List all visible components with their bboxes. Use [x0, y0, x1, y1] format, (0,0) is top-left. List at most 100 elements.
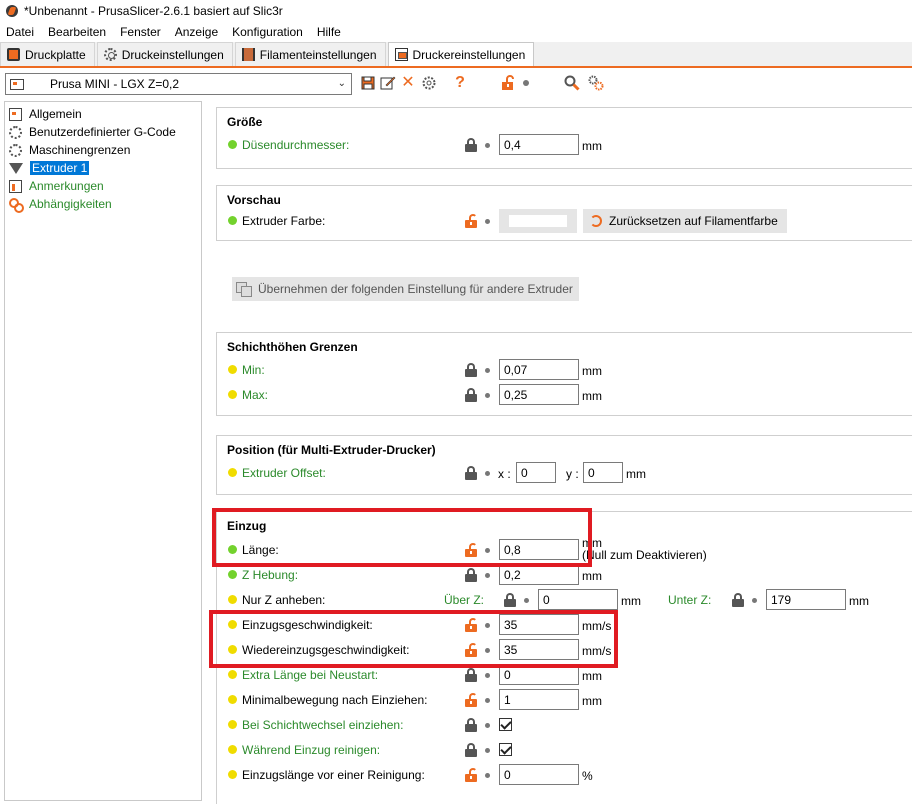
sidebar-item-allgemein[interactable]: Allgemein: [5, 105, 201, 123]
nozzle-diameter-input[interactable]: 0,4: [499, 134, 579, 155]
lock-icon[interactable]: [465, 743, 477, 757]
lock-icon[interactable]: [465, 363, 477, 377]
lock-icon[interactable]: [504, 593, 516, 607]
lock-icon[interactable]: [465, 668, 477, 682]
group-title: Schichthöhen Grenzen: [227, 340, 358, 354]
group-layer-height-limits: Schichthöhen Grenzen Min: 0,07 mm Max: 0…: [216, 332, 912, 416]
lock-icon[interactable]: [465, 388, 477, 402]
menu-bearbeiten[interactable]: Bearbeiten: [41, 25, 113, 39]
unlock-icon[interactable]: [465, 214, 477, 228]
lock-icon[interactable]: [465, 718, 477, 732]
printer-icon: [394, 48, 408, 61]
bullet-icon[interactable]: [485, 573, 490, 578]
extruder-color-picker[interactable]: [499, 209, 577, 233]
offset-x-input[interactable]: 0: [516, 462, 556, 483]
search-icon[interactable]: [563, 74, 581, 92]
bullet-icon[interactable]: [752, 598, 757, 603]
extra-restart-length-unit: mm: [582, 669, 602, 683]
wipe-while-retracting-label: Während Einzug reinigen:: [242, 743, 381, 757]
apply-to-other-extruders-label: Übernehmen der folgenden Einstellung für…: [258, 282, 573, 296]
settings-panel: Größe Düsendurchmesser: 0,4 mm Vorschau …: [203, 99, 912, 804]
retract-on-layer-change-checkbox[interactable]: [499, 718, 512, 731]
delete-preset-icon[interactable]: ✕: [399, 74, 417, 92]
lock-icon[interactable]: [465, 466, 477, 480]
tab-druckplatte[interactable]: Druckplatte: [0, 42, 95, 66]
bullet-icon[interactable]: [485, 748, 490, 753]
window-title: *Unbenannt - PrusaSlicer-2.6.1 basiert a…: [24, 4, 283, 18]
tab-druckereinstellungen[interactable]: Druckereinstellungen: [387, 42, 535, 66]
highlight-box-einzug-length: [212, 508, 592, 567]
help-question-icon[interactable]: ?: [451, 74, 469, 92]
z-hop-input[interactable]: 0,2: [499, 564, 579, 585]
bullet-icon[interactable]: [485, 219, 490, 224]
unlock-icon[interactable]: [465, 768, 477, 782]
wipe-while-retracting-checkbox[interactable]: [499, 743, 512, 756]
sidebar-item-extruder-1[interactable]: Extruder 1: [5, 159, 201, 177]
below-z-label: Unter Z:: [668, 593, 712, 607]
bullet-icon[interactable]: [485, 368, 490, 373]
min-travel-after-retract-input[interactable]: 1: [499, 689, 579, 710]
sidebar-item-custom-gcode[interactable]: Benutzerdefinierter G-Code: [5, 123, 201, 141]
menu-datei[interactable]: Datei: [0, 25, 41, 39]
reset-to-filament-color-button[interactable]: Zurücksetzen auf Filamentfarbe: [583, 209, 787, 233]
group-title: Größe: [227, 115, 263, 129]
below-z-input[interactable]: 179: [766, 589, 846, 610]
rename-preset-icon[interactable]: [379, 74, 397, 92]
unlock-icon[interactable]: [465, 693, 477, 707]
row-extruder-offset: Extruder Offset: x : 0 y : 0 mm: [217, 462, 912, 484]
bullet-icon[interactable]: [485, 143, 490, 148]
row-retract-on-layer-change: Bei Schichtwechsel einziehen:: [217, 714, 912, 736]
lock-icon[interactable]: [465, 568, 477, 582]
advanced-mode-dot-icon: [228, 595, 237, 604]
group-vorschau: Vorschau Extruder Farbe: Zurücksetzen au…: [216, 185, 912, 241]
bullet-icon[interactable]: [485, 673, 490, 678]
menu-fenster[interactable]: Fenster: [113, 25, 168, 39]
above-z-input[interactable]: 0: [538, 589, 618, 610]
menu-anzeige[interactable]: Anzeige: [168, 25, 225, 39]
advanced-mode-dot-icon: [228, 390, 237, 399]
cog-icon: [103, 48, 117, 61]
chevron-down-icon: ⌄: [337, 78, 346, 89]
advanced-mode-dot-icon: [228, 670, 237, 679]
mode-settings-icon[interactable]: [587, 74, 605, 92]
sidebar-item-maschinengrenzen[interactable]: Maschinengrenzen: [5, 141, 201, 159]
sidebar-item-abhaengigkeiten[interactable]: Abhängigkeiten: [5, 195, 201, 213]
printer-preset-select[interactable]: Prusa MINI - LGX Z=0,2 ⌄: [5, 73, 352, 95]
bullet-icon[interactable]: [485, 698, 490, 703]
printer-preset-icon: [10, 78, 24, 90]
bullet-icon[interactable]: [485, 773, 490, 778]
printer-preset-name: Prusa MINI - LGX Z=0,2: [50, 77, 180, 91]
nozzle-diameter-unit: mm: [582, 139, 602, 153]
lock-icon[interactable]: [465, 138, 477, 152]
simple-mode-dot-icon: [228, 570, 237, 579]
sidebar-item-anmerkungen[interactable]: Anmerkungen: [5, 177, 201, 195]
menu-hilfe[interactable]: Hilfe: [310, 25, 348, 39]
sidebar-item-label: Anmerkungen: [29, 179, 104, 193]
bullet-icon[interactable]: [485, 393, 490, 398]
group-title: Position (für Multi-Extruder-Drucker): [227, 443, 436, 457]
row-min-travel-after-retract: Minimalbewegung nach Einziehen: 1 mm: [217, 689, 912, 711]
bullet-icon[interactable]: [485, 471, 490, 476]
menu-konfiguration[interactable]: Konfiguration: [225, 25, 310, 39]
advanced-mode-dot-icon: [228, 695, 237, 704]
max-layer-height-input[interactable]: 0,25: [499, 384, 579, 405]
apply-to-other-extruders-button[interactable]: Übernehmen der folgenden Einstellung für…: [232, 277, 579, 301]
unlock-legend-icon[interactable]: [499, 74, 517, 92]
min-travel-after-retract-unit: mm: [582, 694, 602, 708]
settings-page-tree: Allgemein Benutzerdefinierter G-Code Mas…: [4, 101, 202, 801]
save-preset-icon[interactable]: [359, 74, 377, 92]
preset-toolbar: Prusa MINI - LGX Z=0,2 ⌄ ✕ ?: [0, 70, 912, 98]
funnel-icon: [9, 162, 23, 174]
offset-y-input[interactable]: 0: [583, 462, 623, 483]
retract-before-wipe-input[interactable]: 0: [499, 764, 579, 785]
tab-druckeinstellungen[interactable]: Druckeinstellungen: [96, 42, 233, 66]
tab-filamenteinstellungen[interactable]: Filamenteinstellungen: [234, 42, 386, 66]
min-layer-height-input[interactable]: 0,07: [499, 359, 579, 380]
compare-cog-icon[interactable]: [420, 74, 438, 92]
only-lift-z-label: Nur Z anheben:: [242, 593, 326, 607]
bullet-icon[interactable]: [524, 598, 529, 603]
bullet-icon[interactable]: [485, 723, 490, 728]
lock-icon[interactable]: [732, 593, 744, 607]
copy-icon: [236, 282, 252, 297]
row-max-layer-height: Max: 0,25 mm: [217, 384, 912, 406]
